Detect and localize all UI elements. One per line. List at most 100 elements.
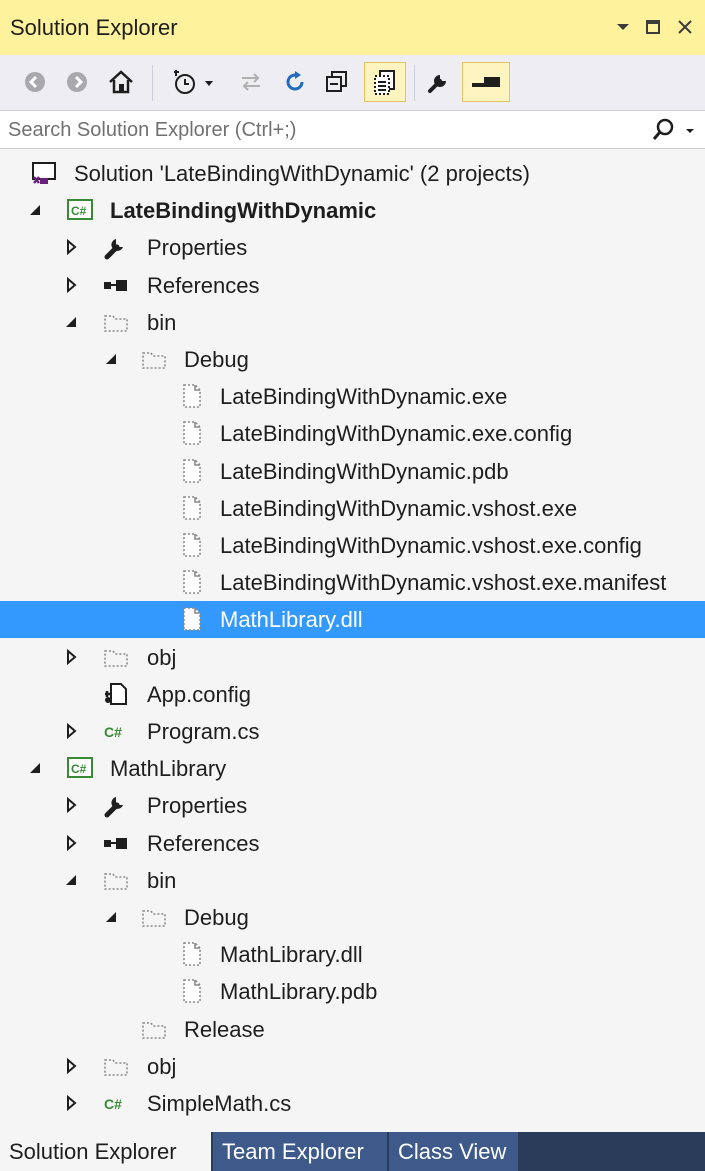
tree-item[interactable]: MathLibrary.dll xyxy=(0,601,705,639)
toolbar-separator xyxy=(414,65,415,101)
tree-item[interactable]: bin xyxy=(0,862,705,899)
forward-icon[interactable] xyxy=(62,62,92,102)
tree-item[interactable]: App.config xyxy=(0,676,705,713)
tree-item[interactable]: Debug xyxy=(0,341,705,378)
csharp-file-icon: C# xyxy=(102,1089,130,1117)
tree-item[interactable]: LateBindingWithDynamic.vshost.exe.config xyxy=(0,527,705,564)
file-excluded-icon xyxy=(178,382,206,410)
close-icon[interactable] xyxy=(672,13,698,41)
sync-with-active-document-icon[interactable] xyxy=(236,62,266,102)
collapsed-arrow-icon[interactable] xyxy=(62,275,80,295)
folder-excluded-icon xyxy=(102,1052,130,1080)
file-excluded-icon xyxy=(178,419,206,447)
tree-item[interactable]: C# MathLibrary xyxy=(0,750,705,787)
csharp-file-icon: C# xyxy=(102,717,130,745)
expanded-arrow-icon[interactable] xyxy=(26,758,44,778)
expanded-arrow-icon[interactable] xyxy=(62,870,80,890)
back-icon[interactable] xyxy=(20,62,50,102)
tree-item[interactable]: References xyxy=(0,267,705,304)
csharp-project-icon: C# xyxy=(66,196,94,224)
collapsed-arrow-icon[interactable] xyxy=(62,721,80,741)
tree-item[interactable]: References xyxy=(0,825,705,862)
collapse-all-icon[interactable] xyxy=(322,62,352,102)
folder-excluded-icon xyxy=(102,866,130,894)
tree-item[interactable]: Release xyxy=(0,1011,705,1048)
folder-excluded-icon xyxy=(140,903,168,931)
collapsed-arrow-icon[interactable] xyxy=(62,1093,80,1113)
tree-item[interactable]: LateBindingWithDynamic.exe.config xyxy=(0,415,705,452)
collapsed-arrow-icon[interactable] xyxy=(62,833,80,853)
tree-item[interactable]: C# LateBindingWithDynamic xyxy=(0,192,705,229)
tree-item[interactable]: C# Program.cs xyxy=(0,713,705,750)
svg-text:C#: C# xyxy=(71,204,87,218)
tree-item[interactable]: LateBindingWithDynamic.vshost.exe xyxy=(0,490,705,527)
tree-item-label: bin xyxy=(147,309,177,335)
dropdown-arrow-icon[interactable] xyxy=(610,13,636,41)
file-excluded-icon xyxy=(178,940,206,968)
refresh-icon[interactable] xyxy=(280,62,310,102)
collapsed-arrow-icon[interactable] xyxy=(62,1056,80,1076)
tree-item-label: MathLibrary xyxy=(110,756,227,782)
tab-team-explorer[interactable]: Team Explorer xyxy=(213,1132,387,1171)
search-icon[interactable] xyxy=(650,117,698,143)
tree-item-label: LateBindingWithDynamic.pdb xyxy=(220,458,509,484)
expanded-arrow-icon[interactable] xyxy=(102,349,120,369)
maximize-icon[interactable] xyxy=(640,13,666,41)
tab-class-view[interactable]: Class View xyxy=(389,1132,518,1171)
tree-item[interactable]: LateBindingWithDynamic.exe xyxy=(0,378,705,415)
wrench-icon xyxy=(102,791,130,819)
tree-item-label: Debug xyxy=(184,905,249,930)
collapsed-arrow-icon[interactable] xyxy=(62,237,80,257)
show-all-files-icon[interactable] xyxy=(364,62,406,102)
collapsed-arrow-icon[interactable] xyxy=(62,647,80,667)
tree-item-label: LateBindingWithDynamic.vshost.exe.config xyxy=(220,533,642,558)
pending-changes-filter-icon[interactable] xyxy=(168,62,226,102)
home-icon[interactable] xyxy=(104,62,138,102)
tree-item[interactable]: LateBindingWithDynamic.pdb xyxy=(0,453,705,490)
expanded-arrow-icon[interactable] xyxy=(62,312,80,332)
toolbar xyxy=(0,55,705,111)
tree-item-label: MathLibrary.pdb xyxy=(220,979,378,1005)
expanded-arrow-icon[interactable] xyxy=(26,200,44,220)
tree-item-label: LateBindingWithDynamic.exe xyxy=(220,384,508,410)
title-bar: Solution Explorer xyxy=(0,0,705,55)
expanded-arrow-icon[interactable] xyxy=(102,907,120,927)
tree-item-label: References xyxy=(147,272,260,298)
preview-selected-items-icon[interactable] xyxy=(462,62,510,102)
solution-tree: Solution 'LateBindingWithDynamic' (2 pro… xyxy=(0,149,705,1132)
tree-item[interactable]: Solution 'LateBindingWithDynamic' (2 pro… xyxy=(0,155,705,192)
properties-icon[interactable] xyxy=(424,62,454,102)
tree-item[interactable]: bin xyxy=(0,304,705,341)
tree-item-label: LateBindingWithDynamic.exe.config xyxy=(220,421,573,447)
svg-text:C#: C# xyxy=(104,1096,122,1112)
tab-solution-explorer[interactable]: Solution Explorer xyxy=(0,1132,211,1171)
tree-item-label: MathLibrary.dll xyxy=(220,942,363,968)
panel-title: Solution Explorer xyxy=(10,14,178,40)
folder-excluded-icon xyxy=(102,308,130,336)
collapsed-arrow-icon[interactable] xyxy=(62,795,80,815)
tree-item[interactable]: Debug xyxy=(0,899,705,936)
tree-item[interactable]: obj xyxy=(0,639,705,676)
tree-item-label: SimpleMath.cs xyxy=(147,1091,292,1116)
folder-excluded-icon xyxy=(140,1015,168,1043)
folder-excluded-icon xyxy=(102,643,130,671)
tree-item-label: obj xyxy=(147,644,177,670)
tree-item-label: LateBindingWithDynamic.vshost.exe.manife… xyxy=(220,570,667,596)
search-box xyxy=(0,111,705,149)
tree-item[interactable]: Properties xyxy=(0,787,705,824)
search-input[interactable] xyxy=(8,116,628,144)
file-excluded-icon xyxy=(178,531,206,559)
tree-item[interactable]: Properties xyxy=(0,229,705,266)
tree-item[interactable]: MathLibrary.pdb xyxy=(0,973,705,1010)
tree-item[interactable]: obj xyxy=(0,1048,705,1085)
svg-text:C#: C# xyxy=(71,762,87,776)
tree-item-label: LateBindingWithDynamic.vshost.exe xyxy=(220,495,578,521)
toolbar-separator xyxy=(152,65,153,101)
tree-item[interactable]: C# SimpleMath.cs xyxy=(0,1085,705,1122)
file-excluded-icon xyxy=(178,568,206,596)
config-file-icon xyxy=(102,680,130,708)
tree-item[interactable]: LateBindingWithDynamic.vshost.exe.manife… xyxy=(0,564,705,601)
tree-item-label: bin xyxy=(147,867,177,893)
tree-item-label: Properties xyxy=(147,793,248,819)
tree-item[interactable]: MathLibrary.dll xyxy=(0,936,705,973)
